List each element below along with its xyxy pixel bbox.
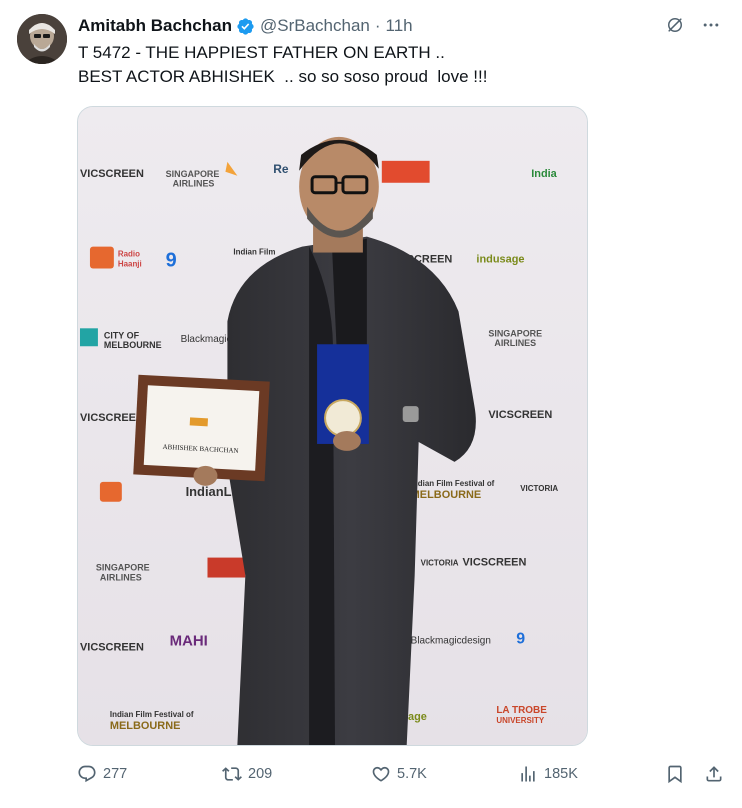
svg-text:Blackmagicdesign: Blackmagicdesign: [411, 635, 491, 646]
reply-count: 277: [103, 766, 128, 782]
svg-text:Blackmagic: Blackmagic: [181, 334, 232, 345]
svg-text:SINGAPORE: SINGAPORE: [166, 169, 220, 179]
reply-button[interactable]: 277: [77, 762, 127, 786]
tweet-text-line-1: T 5472 - THE HAPPIEST FATHER ON EARTH ..: [78, 43, 445, 62]
grok-icon[interactable]: [664, 14, 686, 36]
svg-text:LA TROBE: LA TROBE: [496, 705, 547, 716]
views-icon: [521, 766, 535, 782]
views-count: 185K: [544, 766, 578, 782]
tweet-actions: 277 209 5.7K 185K: [77, 762, 723, 786]
svg-text:VICSCREEN: VICSCREEN: [80, 641, 144, 653]
svg-text:MELBOURNE: MELBOURNE: [411, 489, 482, 501]
tweet-timestamp[interactable]: 11h: [386, 16, 413, 36]
svg-text:9: 9: [166, 249, 177, 271]
svg-text:India: India: [531, 168, 557, 180]
svg-text:VICSCREEN: VICSCREEN: [80, 412, 144, 424]
retweet-count: 209: [248, 766, 273, 782]
like-count: 5.7K: [397, 766, 427, 782]
svg-text:Haanji: Haanji: [118, 259, 142, 268]
tweet-header: Amitabh Bachchan @SrBachchan · 11h: [78, 14, 413, 38]
svg-text:AIRLINES: AIRLINES: [173, 179, 215, 189]
tweet-text-line-2: BEST ACTOR ABHISHEK .. so so soso proud …: [78, 67, 488, 86]
bookmark-icon: [668, 765, 682, 784]
like-button[interactable]: 5.7K: [371, 762, 427, 786]
verified-badge-icon[interactable]: [236, 17, 255, 36]
svg-text:VICSCREEN: VICSCREEN: [488, 409, 552, 421]
svg-text:VICSCREEN: VICSCREEN: [462, 557, 526, 569]
svg-text:Indian Film Festival of: Indian Film Festival of: [411, 479, 495, 488]
svg-text:9: 9: [516, 630, 525, 647]
svg-text:AIRLINES: AIRLINES: [100, 573, 142, 583]
svg-text:VICTORIA: VICTORIA: [520, 484, 558, 493]
tweet-text: T 5472 - THE HAPPIEST FATHER ON EARTH ..…: [78, 41, 487, 89]
svg-text:CITY OF: CITY OF: [104, 330, 140, 340]
svg-text:MELBOURNE: MELBOURNE: [104, 340, 162, 350]
bookmark-button[interactable]: [665, 762, 691, 786]
reply-icon: [78, 765, 96, 783]
backdrop-logo: VICSCREEN: [80, 168, 144, 180]
share-button[interactable]: [704, 762, 730, 786]
svg-text:SINGAPORE: SINGAPORE: [488, 328, 542, 338]
svg-text:AIRLINES: AIRLINES: [494, 338, 536, 348]
svg-text:MAHI: MAHI: [170, 632, 208, 649]
more-icon[interactable]: [700, 14, 722, 36]
author-handle[interactable]: @SrBachchan: [260, 16, 370, 36]
views-button[interactable]: 185K: [518, 762, 578, 786]
author-name[interactable]: Amitabh Bachchan: [78, 16, 232, 36]
retweet-button[interactable]: 209: [222, 762, 272, 786]
svg-text:VICTORIA: VICTORIA: [421, 559, 459, 568]
author-avatar[interactable]: [17, 14, 67, 64]
like-icon: [372, 766, 390, 782]
svg-text:indusage: indusage: [476, 254, 524, 266]
separator-dot: ·: [374, 16, 381, 35]
svg-text:Radio: Radio: [118, 250, 140, 259]
share-icon: [706, 766, 722, 782]
retweet-icon: [222, 767, 242, 781]
tweet-top-actions: [664, 14, 722, 36]
svg-text:UNIVERSITY: UNIVERSITY: [496, 716, 544, 725]
svg-text:MELBOURNE: MELBOURNE: [110, 720, 181, 732]
svg-text:Indian Film Festival of: Indian Film Festival of: [110, 710, 194, 719]
svg-text:SINGAPORE: SINGAPORE: [96, 563, 150, 573]
tweet[interactable]: Amitabh Bachchan @SrBachchan · 11h T 547…: [0, 0, 742, 808]
svg-text:Indian Film: Indian Film: [233, 248, 275, 257]
svg-text:Re: Re: [273, 162, 289, 176]
tweet-photo[interactable]: VICSCREEN SINGAPORE AIRLINES Re India Ra…: [77, 106, 588, 746]
